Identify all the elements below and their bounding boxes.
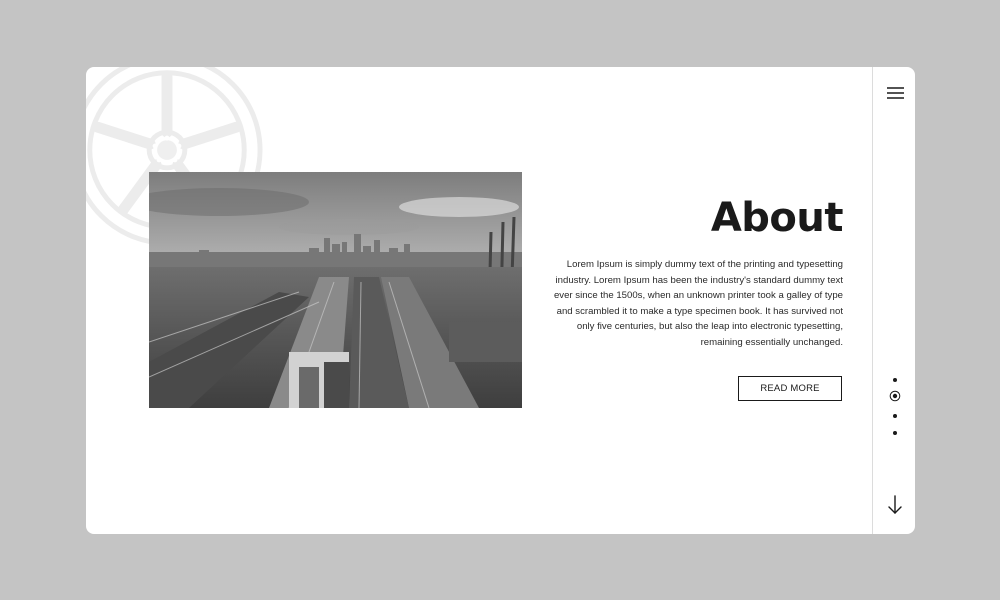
pagination-dot-3[interactable] [893, 414, 897, 418]
read-more-button[interactable]: READ MORE [738, 376, 842, 401]
about-card: About Lorem Ipsum is simply dummy text o… [86, 67, 915, 534]
about-description: Lorem Ipsum is simply dummy text of the … [553, 259, 843, 348]
right-rail [872, 67, 915, 534]
pagination-dots [889, 378, 901, 435]
pagination-dot-1[interactable] [893, 378, 897, 382]
city-port-photo [149, 172, 522, 408]
hamburger-menu-icon[interactable] [887, 86, 904, 100]
pagination-dot-4[interactable] [893, 431, 897, 435]
about-title: About [710, 195, 844, 241]
arrow-down-icon[interactable] [887, 495, 903, 515]
pagination-dot-2-active[interactable] [889, 390, 901, 402]
